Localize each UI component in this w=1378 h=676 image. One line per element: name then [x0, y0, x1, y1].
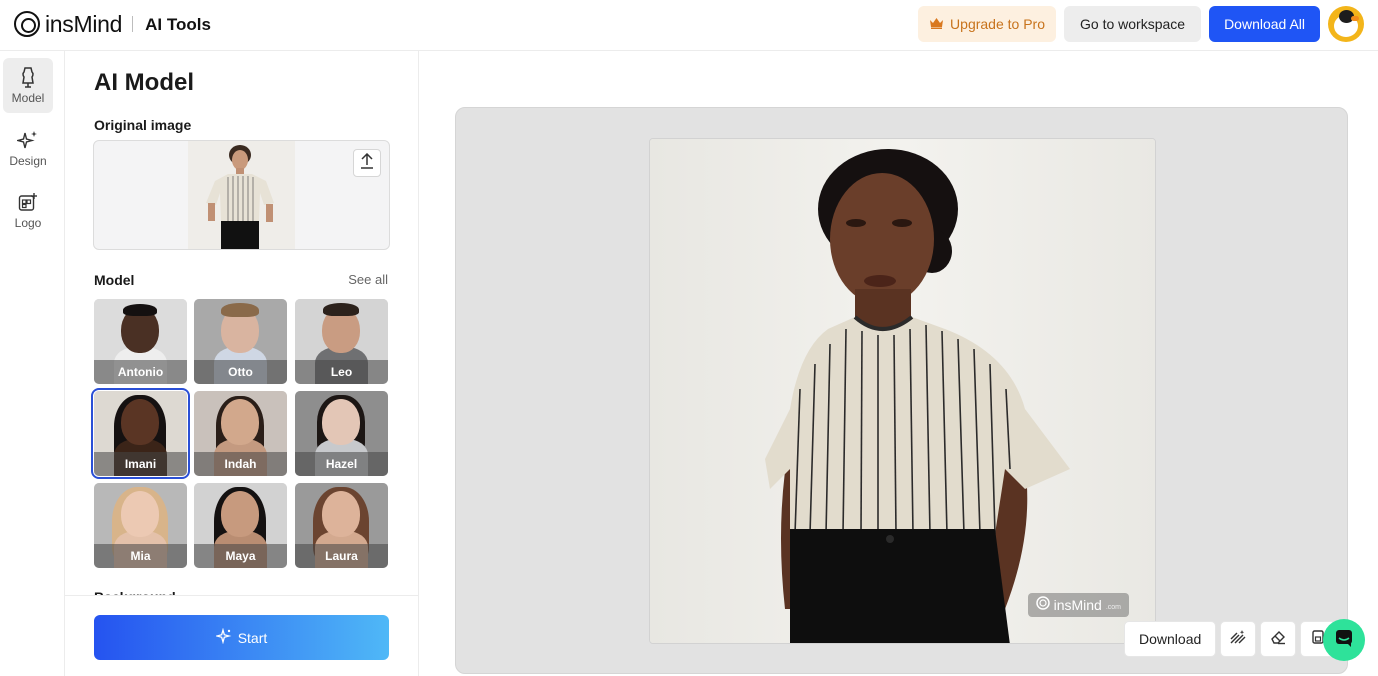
- watermark-text: insMind: [1053, 597, 1102, 613]
- page-title: AI Model: [94, 69, 194, 96]
- tool-panel: AI Model Original image Model See all An…: [65, 51, 419, 676]
- model-name: Antonio: [117, 365, 164, 379]
- model-card-leo[interactable]: Leo: [295, 299, 388, 384]
- top-bar: insMind AI Tools Upgrade to Pro Go to wo…: [0, 0, 1378, 51]
- model-card-hazel[interactable]: Hazel: [295, 391, 388, 476]
- enhance-button[interactable]: [1220, 621, 1257, 657]
- section-title[interactable]: AI Tools: [145, 15, 211, 35]
- sparkle-icon: [17, 129, 39, 151]
- upgrade-button[interactable]: Upgrade to Pro: [918, 6, 1056, 42]
- original-image-thumbnail: [188, 141, 295, 249]
- rail-label-logo: Logo: [14, 216, 42, 230]
- sparkle-icon: [214, 627, 232, 647]
- result-toolbar: Download: [1124, 621, 1337, 657]
- model-name: Maya: [225, 549, 256, 563]
- download-button[interactable]: Download: [1124, 621, 1217, 657]
- brand-name: insMind: [45, 10, 123, 37]
- upload-button[interactable]: [353, 149, 381, 177]
- watermark-sub: .com: [1105, 603, 1121, 611]
- model-card-otto[interactable]: Otto: [194, 299, 287, 384]
- original-image-label: Original image: [94, 117, 192, 133]
- model-card-imani[interactable]: Imani: [91, 388, 190, 479]
- model-name: Mia: [130, 549, 151, 563]
- model-name: Otto: [228, 365, 253, 379]
- rail-item-logo[interactable]: Logo: [3, 183, 53, 238]
- model-card-maya[interactable]: Maya: [194, 483, 287, 568]
- brand[interactable]: insMind AI Tools: [14, 10, 211, 38]
- model-section-label: Model: [94, 272, 135, 288]
- panel-footer: Start: [65, 595, 418, 676]
- eraser-icon: [1269, 629, 1287, 650]
- rail-item-design[interactable]: Design: [3, 121, 53, 176]
- result-image[interactable]: insMind .com: [649, 138, 1156, 644]
- model-name: Imani: [124, 457, 157, 471]
- watermark-logo-icon: [1035, 595, 1050, 615]
- left-rail: Model Design Logo: [0, 51, 65, 676]
- brand-divider: [132, 16, 134, 32]
- enhance-icon: [1229, 629, 1247, 650]
- crown-icon: [929, 16, 944, 32]
- logo-add-icon: [17, 191, 39, 213]
- chat-button[interactable]: [1323, 619, 1365, 661]
- start-label: Start: [237, 629, 268, 646]
- download-all-button[interactable]: Download All: [1209, 6, 1320, 42]
- rail-item-model[interactable]: Model: [3, 58, 53, 113]
- model-name: Indah: [224, 457, 257, 471]
- model-name: Leo: [330, 365, 353, 379]
- insmind-logo-icon: [14, 11, 40, 37]
- see-all-link[interactable]: See all: [348, 272, 388, 287]
- go-to-workspace-button[interactable]: Go to workspace: [1064, 6, 1202, 42]
- rail-label-model: Model: [11, 91, 45, 105]
- model-card-laura[interactable]: Laura: [295, 483, 388, 568]
- generated-model-photo: [650, 139, 1155, 643]
- preview-stage: insMind .com: [455, 107, 1348, 674]
- chat-icon: [1334, 628, 1354, 653]
- start-button[interactable]: Start: [94, 615, 389, 660]
- original-image-box[interactable]: [93, 140, 390, 250]
- canvas-area: insMind .com Download: [419, 51, 1378, 676]
- watermark: insMind .com: [1027, 593, 1129, 617]
- eraser-button[interactable]: [1260, 621, 1297, 657]
- model-card-indah[interactable]: Indah: [194, 391, 287, 476]
- model-card-antonio[interactable]: Antonio: [94, 299, 187, 384]
- model-card-mia[interactable]: Mia: [94, 483, 187, 568]
- model-name: Laura: [325, 549, 358, 563]
- avatar[interactable]: [1328, 6, 1364, 42]
- upload-icon: [360, 152, 374, 174]
- dress-form-icon: [17, 66, 39, 88]
- upgrade-label: Upgrade to Pro: [950, 16, 1045, 32]
- rail-label-design: Design: [9, 154, 47, 168]
- model-name: Hazel: [325, 457, 358, 471]
- top-actions: Upgrade to Pro Go to workspace Download …: [918, 6, 1364, 42]
